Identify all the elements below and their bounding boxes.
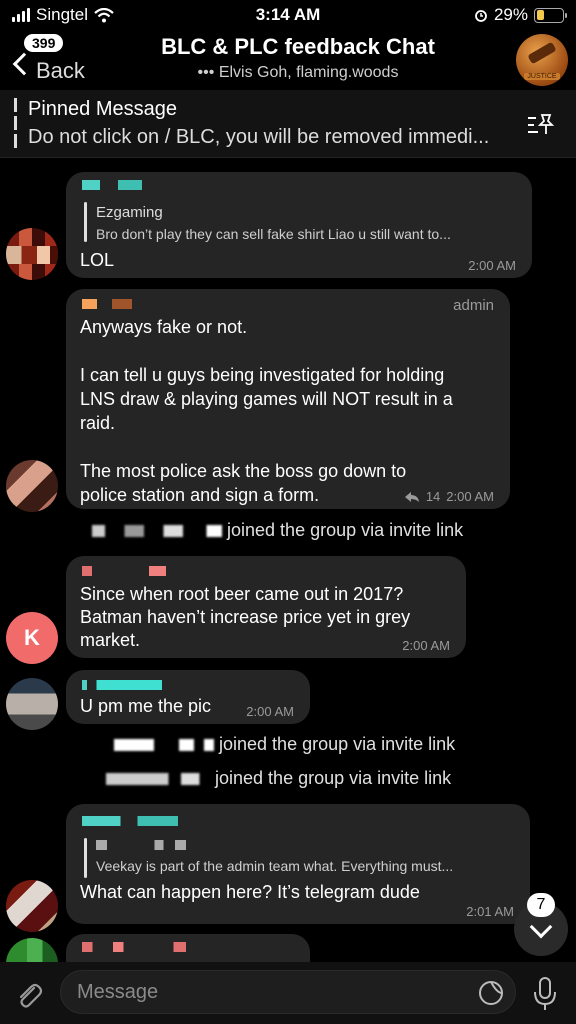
message-meta: 14 2:00 AM xyxy=(404,489,494,504)
alarm-icon xyxy=(475,10,487,22)
avatar[interactable] xyxy=(6,460,58,512)
reply-indicator xyxy=(84,202,87,242)
avatar-initial: K xyxy=(24,625,40,650)
reply-count: 14 xyxy=(425,489,441,504)
avatar[interactable] xyxy=(6,228,58,280)
message-time: 2:00 AM xyxy=(402,638,450,653)
message-bubble[interactable]: Since when root beer came out in 2017? B… xyxy=(66,556,466,658)
redacted-name xyxy=(106,773,210,786)
sender-name xyxy=(82,680,162,690)
back-label: Back xyxy=(36,58,85,83)
avatar[interactable] xyxy=(6,880,58,932)
chat-header: Back 399 BLC & PLC feedback Chat ••• Elv… xyxy=(0,30,576,90)
redacted-name xyxy=(114,739,214,752)
gavel-icon xyxy=(527,41,557,65)
pinned-indicator xyxy=(14,98,17,150)
sender-name xyxy=(82,566,166,576)
battery-icon xyxy=(534,7,567,23)
composer-bar xyxy=(0,962,576,1024)
status-bar: Singtel 3:14 AM 29% xyxy=(0,0,576,30)
message-time: 2:00 AM xyxy=(468,258,516,273)
sender-name xyxy=(82,942,186,952)
chevron-left-icon xyxy=(12,52,36,76)
sender-name xyxy=(82,816,178,826)
reply-arrow-icon xyxy=(404,491,419,502)
message-field xyxy=(60,970,516,1014)
message-bubble[interactable]: Ezgaming Bro don’t play they can sell fa… xyxy=(66,172,532,278)
message-input[interactable] xyxy=(61,971,441,1013)
pinned-title: Pinned Message xyxy=(28,98,177,120)
redacted-reply-sender xyxy=(96,840,186,850)
redacted-name xyxy=(92,525,222,538)
pinned-text: Do not click on / BLC, you will be remov… xyxy=(28,126,490,148)
sticker-icon[interactable] xyxy=(477,979,505,1007)
avatar[interactable] xyxy=(6,678,58,730)
admin-badge: admin xyxy=(453,297,494,314)
chat-subtitle: ••• Elvis Goh, flaming.woods xyxy=(197,64,399,81)
avatar[interactable] xyxy=(6,938,58,964)
service-message: joined the group via invite link xyxy=(114,734,455,755)
microphone-icon[interactable] xyxy=(530,976,560,1012)
typing-dots-icon: ••• xyxy=(197,64,215,81)
message-time: 2:00 AM xyxy=(246,704,294,719)
battery-percent: 29% xyxy=(493,5,528,24)
message-text: LOL xyxy=(80,250,115,270)
unread-badge: 399 xyxy=(24,34,64,52)
message-time: 2:01 AM xyxy=(466,904,514,919)
paperclip-icon[interactable] xyxy=(14,980,44,1010)
chat-title: BLC & PLC feedback Chat xyxy=(161,34,435,59)
avatar-tag: JUSTICE xyxy=(524,73,560,80)
message-text: Anyways fake or not. I can tell u guys b… xyxy=(80,317,453,505)
reply-text: Veekay is part of the admin team what. E… xyxy=(96,858,454,874)
group-avatar[interactable]: JUSTICE xyxy=(516,34,568,86)
message-text: U pm me the pic xyxy=(80,696,212,716)
status-right: 29% xyxy=(474,5,567,25)
reply-text: Bro don’t play they can sell fake shirt … xyxy=(96,226,451,242)
reply-indicator xyxy=(84,838,87,878)
message-bubble[interactable]: U pm me the pic 2:00 AM xyxy=(66,670,310,724)
pinned-message[interactable]: Pinned Message Do not click on / BLC, yo… xyxy=(0,90,576,158)
reply-sender: Ezgaming xyxy=(96,204,163,221)
message-time: 2:00 AM xyxy=(446,489,494,504)
pin-list-icon[interactable] xyxy=(526,112,556,138)
chevron-down-icon xyxy=(529,915,553,939)
new-messages-count: 7 xyxy=(527,893,555,917)
avatar[interactable]: K xyxy=(6,612,58,664)
message-bubble[interactable]: Veekay is part of the admin team what. E… xyxy=(66,804,530,924)
service-message: joined the group via invite link xyxy=(92,520,463,541)
message-bubble[interactable]: admin Anyways fake or not. I can tell u … xyxy=(66,289,510,509)
sender-name xyxy=(82,180,142,190)
chat-title-area[interactable]: BLC & PLC feedback Chat ••• Elvis Goh, f… xyxy=(110,34,486,82)
sender-name xyxy=(82,299,132,309)
service-message: joined the group via invite link xyxy=(106,768,451,789)
message-text: What can happen here? It’s telegram dude xyxy=(80,882,420,902)
